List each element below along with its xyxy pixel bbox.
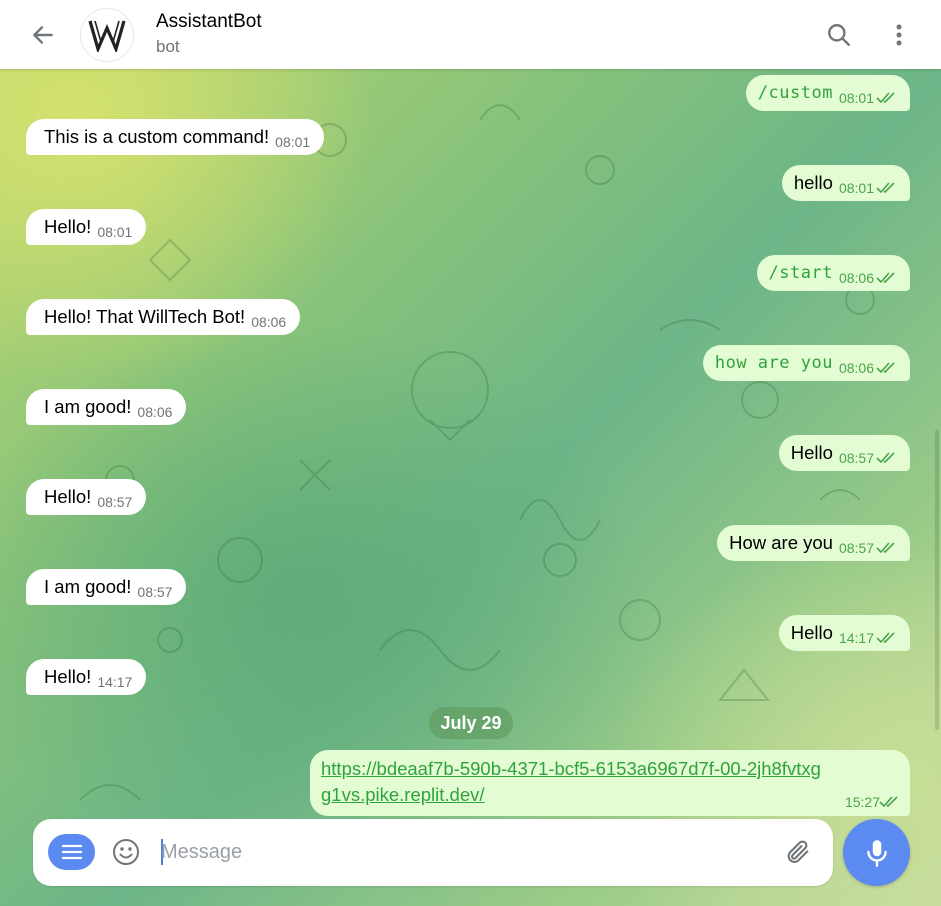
message-time: 08:06	[838, 360, 874, 376]
bot-menu-button[interactable]	[48, 834, 95, 870]
double-check-icon	[879, 796, 898, 808]
message-text: /start	[768, 263, 833, 283]
message-bubble-incoming[interactable]: Hello! 14:17	[26, 659, 147, 695]
message-bubble-outgoing[interactable]: /custom 08:01	[745, 75, 910, 111]
voice-record-button[interactable]	[843, 819, 910, 886]
message-time: 15:27	[844, 794, 880, 810]
double-check-icon	[876, 182, 895, 194]
smiley-icon	[113, 839, 139, 865]
arrow-left-icon	[33, 26, 53, 44]
message-bubble-incoming[interactable]: Hello! That WillTech Bot! 08:06	[26, 299, 301, 335]
message-text: how are you	[714, 353, 833, 373]
message-time: 08:01	[838, 180, 874, 196]
paperclip-icon	[787, 840, 809, 863]
message-text: Hello	[790, 442, 833, 463]
hamburger-menu-icon	[61, 844, 82, 860]
more-options-button[interactable]	[877, 14, 921, 56]
chat-status: bot	[156, 37, 180, 56]
message-time: 08:01	[838, 90, 874, 106]
message-bubble-outgoing[interactable]: Hello 14:17	[778, 615, 910, 651]
message-time: 08:57	[97, 494, 133, 510]
willtech-logo-icon	[88, 20, 126, 52]
message-text: /custom	[757, 83, 833, 103]
message-time: 08:06	[838, 270, 874, 286]
message-text: I am good!	[44, 396, 132, 417]
double-check-icon	[876, 542, 895, 554]
message-time: 08:01	[97, 224, 133, 240]
chat-title[interactable]: AssistantBot	[156, 11, 262, 33]
message-composer	[33, 819, 833, 886]
message-text: I am good!	[44, 576, 132, 597]
message-bubble-incoming[interactable]: Hello! 08:01	[26, 209, 147, 245]
message-time: 08:57	[838, 540, 874, 556]
message-bubble-outgoing[interactable]: /start 08:06	[756, 255, 910, 291]
avatar[interactable]	[80, 8, 134, 62]
message-time: 08:06	[137, 404, 173, 420]
message-time: 08:57	[838, 450, 874, 466]
message-text: Hello!	[44, 216, 92, 237]
message-text: Hello!	[44, 486, 92, 507]
message-time: 08:06	[251, 314, 287, 330]
attach-button[interactable]	[781, 835, 815, 869]
message-text: Hello!	[44, 666, 92, 687]
message-text: hello	[793, 172, 833, 193]
message-text: Hello	[790, 622, 833, 643]
message-time: 08:57	[137, 584, 173, 600]
more-vertical-icon	[896, 24, 902, 46]
double-check-icon	[876, 362, 895, 374]
message-link[interactable]: https://bdeaaf7b-590b-4371-bcf5-6153a696…	[321, 756, 821, 808]
message-time: 14:17	[838, 630, 874, 646]
message-bubble-incoming[interactable]: I am good! 08:06	[26, 389, 187, 425]
double-check-icon	[876, 272, 895, 284]
back-button[interactable]	[22, 14, 64, 56]
message-input[interactable]	[161, 837, 761, 867]
message-text: Hello! That WillTech Bot!	[44, 306, 246, 327]
double-check-icon	[876, 452, 895, 464]
search-button[interactable]	[817, 14, 861, 56]
double-check-icon	[876, 632, 895, 644]
message-bubble-incoming[interactable]: I am good! 08:57	[26, 569, 187, 605]
search-icon	[828, 24, 850, 46]
double-check-icon	[876, 92, 895, 104]
message-bubble-outgoing[interactable]: Hello 08:57	[778, 435, 910, 471]
message-time: 08:01	[275, 134, 311, 150]
date-separator: July 29	[429, 707, 513, 739]
chat-header: AssistantBot bot	[0, 0, 941, 69]
emoji-button[interactable]	[109, 835, 143, 869]
microphone-icon	[866, 839, 887, 867]
message-time: 14:17	[97, 674, 133, 690]
message-bubble-outgoing[interactable]: hello 08:01	[781, 165, 910, 201]
message-text: How are you	[729, 532, 833, 553]
message-text: This is a custom command!	[44, 126, 270, 147]
message-bubble-incoming[interactable]: Hello! 08:57	[26, 479, 147, 515]
message-bubble-outgoing[interactable]: how are you 08:06	[702, 345, 910, 381]
message-bubble-incoming[interactable]: This is a custom command! 08:01	[26, 119, 325, 155]
chat-scrollbar[interactable]	[935, 430, 939, 730]
message-bubble-outgoing[interactable]: How are you 08:57	[717, 525, 910, 561]
message-bubble-outgoing-link[interactable]: https://bdeaaf7b-590b-4371-bcf5-6153a696…	[310, 750, 910, 816]
